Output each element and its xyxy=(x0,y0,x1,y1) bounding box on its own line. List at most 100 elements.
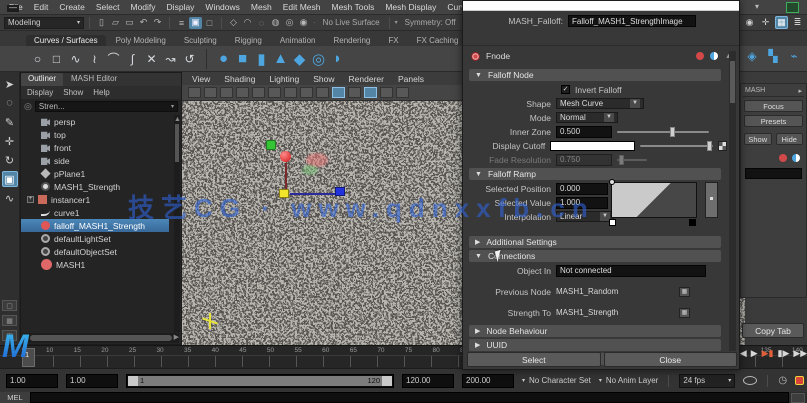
menu-set-dropdown[interactable]: Modeling ▾ xyxy=(4,17,84,29)
script-editor-icon[interactable] xyxy=(791,393,805,403)
mel-toggle-button[interactable]: MEL xyxy=(0,392,30,403)
grid-icon[interactable] xyxy=(300,87,313,98)
object-in-field[interactable]: Not connected xyxy=(556,265,706,277)
chevron-down-icon[interactable]: ▾ xyxy=(395,19,398,26)
show-button[interactable]: Show xyxy=(744,133,772,145)
hide-button[interactable]: Hide xyxy=(776,133,804,145)
display-cutoff-swatch[interactable] xyxy=(550,141,634,151)
auto-key-icon[interactable] xyxy=(743,376,757,385)
select-component-icon[interactable]: □ xyxy=(203,17,216,29)
select-tool-icon[interactable]: ➤ xyxy=(2,76,18,92)
outliner-item[interactable]: + falloff_MASH1_Strength xyxy=(21,219,169,232)
connection-icon[interactable]: ▦ xyxy=(679,308,690,318)
viewport-menu-item[interactable]: Panels xyxy=(398,74,424,84)
invert-falloff-checkbox[interactable]: ✓ xyxy=(561,85,570,94)
connection-icon[interactable]: ▦ xyxy=(679,287,690,297)
snap-view-plane-icon[interactable]: ◎ xyxy=(283,17,296,29)
outliner-tab[interactable]: Outliner xyxy=(21,73,63,86)
snap-projected-center-icon[interactable]: ◍ xyxy=(269,17,282,29)
outliner-item[interactable]: + curve1 xyxy=(21,206,169,219)
paint-select-tool-icon[interactable]: ✎ xyxy=(2,114,18,130)
workspace-icon[interactable] xyxy=(786,2,799,13)
rotate-tool-icon[interactable]: ↻ xyxy=(2,152,18,168)
step-forward-icon[interactable]: ▶▮ xyxy=(762,348,774,359)
go-to-range-end-icon[interactable]: ▶▶ xyxy=(793,348,807,359)
ramp-black-handle[interactable] xyxy=(689,219,696,226)
lasso-tool-icon[interactable]: ◌ xyxy=(2,95,18,111)
film-gate-icon[interactable] xyxy=(316,87,329,98)
cylinder-icon[interactable]: ▮ xyxy=(252,49,271,69)
select-hierarchy-icon[interactable]: ≡ xyxy=(175,17,188,29)
cone-icon[interactable]: ▲ xyxy=(271,49,290,69)
outliner-menu-item[interactable]: Display xyxy=(27,88,53,97)
square-tool-icon[interactable]: □ xyxy=(47,49,66,69)
outliner-item[interactable]: + defaultObjectSet xyxy=(21,245,169,258)
ramp-white-handle[interactable] xyxy=(609,219,616,226)
section-connections[interactable]: ▼ Connections xyxy=(469,250,721,262)
single-pane-layout-icon[interactable]: ▢ xyxy=(2,300,17,311)
ae-field[interactable] xyxy=(745,168,802,179)
falloff-attribute-window[interactable]: MASH_Falloff: Falloff_MASH1_StrengthImag… xyxy=(462,0,740,370)
2d-pan-zoom-icon[interactable] xyxy=(268,87,281,98)
attribute-editor-icon[interactable]: ▦ xyxy=(775,16,788,29)
range-end-handle[interactable] xyxy=(382,376,392,386)
circle-tool-icon[interactable]: ○ xyxy=(28,49,47,69)
chevron-right-icon[interactable]: ▸ xyxy=(798,87,802,95)
safe-action-icon[interactable] xyxy=(380,87,393,98)
humanik-icon[interactable]: ✛ xyxy=(759,16,772,29)
safe-title-icon[interactable] xyxy=(396,87,409,98)
viewport-menu-item[interactable]: View xyxy=(192,74,210,84)
select-object-icon[interactable]: ▣ xyxy=(189,17,202,29)
camera-attributes-icon[interactable] xyxy=(220,87,233,98)
copy-tab-button[interactable]: Copy Tab xyxy=(742,323,804,338)
make-live-icon[interactable]: ◉ xyxy=(297,17,310,29)
fps-dropdown[interactable]: 24 fps ▾ xyxy=(679,374,735,388)
cube-icon[interactable]: ■ xyxy=(233,49,252,69)
four-pane-layout-icon[interactable]: ▦ xyxy=(2,315,17,326)
node-name-field[interactable]: Falloff_MASH1_StrengthImage xyxy=(568,15,696,27)
modeling-toolkit-icon[interactable]: ◉ xyxy=(743,16,756,29)
shelf-tab[interactable]: FX Caching xyxy=(409,35,467,46)
section-node-behaviour[interactable]: ▶ Node Behaviour xyxy=(469,325,721,337)
anim-end-field[interactable]: 200.00 xyxy=(462,374,514,388)
snap-curve-icon[interactable]: ◠ xyxy=(241,17,254,29)
disc-icon[interactable]: ◗ xyxy=(328,49,347,69)
shelf-tab[interactable]: Rendering xyxy=(325,35,378,46)
menu-item[interactable]: Display xyxy=(162,2,200,12)
close-button[interactable]: Close xyxy=(604,352,738,367)
inner-zone-field[interactable]: 0.500 xyxy=(556,126,612,138)
gate-mask-icon[interactable] xyxy=(348,87,361,98)
shelf-tab[interactable]: Poly Modeling xyxy=(108,35,174,46)
viewport-menu-item[interactable]: Shading xyxy=(224,74,255,84)
expand-icon[interactable]: + xyxy=(27,196,34,203)
playback-start-field[interactable]: 1.00 xyxy=(66,374,118,388)
outliner-item[interactable]: + MASH1 xyxy=(21,258,169,271)
outliner-item[interactable]: + top xyxy=(21,128,169,141)
bookmarks-icon[interactable] xyxy=(236,87,249,98)
shelf-tab[interactable]: Rigging xyxy=(227,35,270,46)
selected-value-field[interactable]: 1.000 xyxy=(556,197,608,209)
focus-button[interactable]: Focus xyxy=(744,100,803,112)
red-toggle-icon[interactable] xyxy=(779,154,787,162)
pencil-curve-icon[interactable]: ∫ xyxy=(123,49,142,69)
anim-layer-dropdown[interactable]: ▾ No Anim Layer xyxy=(599,374,658,388)
range-slider-track[interactable]: 1 120 xyxy=(126,374,394,388)
grease-pencil-icon[interactable] xyxy=(284,87,297,98)
ae-tab[interactable]: MASH xyxy=(745,87,765,95)
snap-point-icon[interactable]: ◌ xyxy=(255,17,268,29)
playback-end-field[interactable]: 120.00 xyxy=(402,374,454,388)
resolution-gate-icon[interactable] xyxy=(332,87,345,98)
shelf-tab[interactable]: Animation xyxy=(272,35,324,46)
section-falloff-ramp[interactable]: ▼ Falloff Ramp xyxy=(469,168,721,180)
menu-item[interactable]: Modify xyxy=(126,2,161,12)
anim-start-field[interactable]: 1.00 xyxy=(6,374,58,388)
character-set-dropdown[interactable]: ▾ No Character Set xyxy=(522,374,591,388)
mash-repro-icon[interactable]: ⌁ xyxy=(785,47,803,65)
plane-icon[interactable]: ◆ xyxy=(290,49,309,69)
shape-dropdown[interactable]: Mesh Curve ▼ xyxy=(556,98,644,109)
animation-preferences-icon[interactable]: ◷ xyxy=(778,375,787,386)
select-camera-icon[interactable] xyxy=(188,87,201,98)
outliner-item[interactable]: + pPlane1 xyxy=(21,167,169,180)
section-falloff-node[interactable]: ▼ Falloff Node xyxy=(469,69,721,81)
menu-item[interactable]: Mesh Tools xyxy=(327,2,380,12)
